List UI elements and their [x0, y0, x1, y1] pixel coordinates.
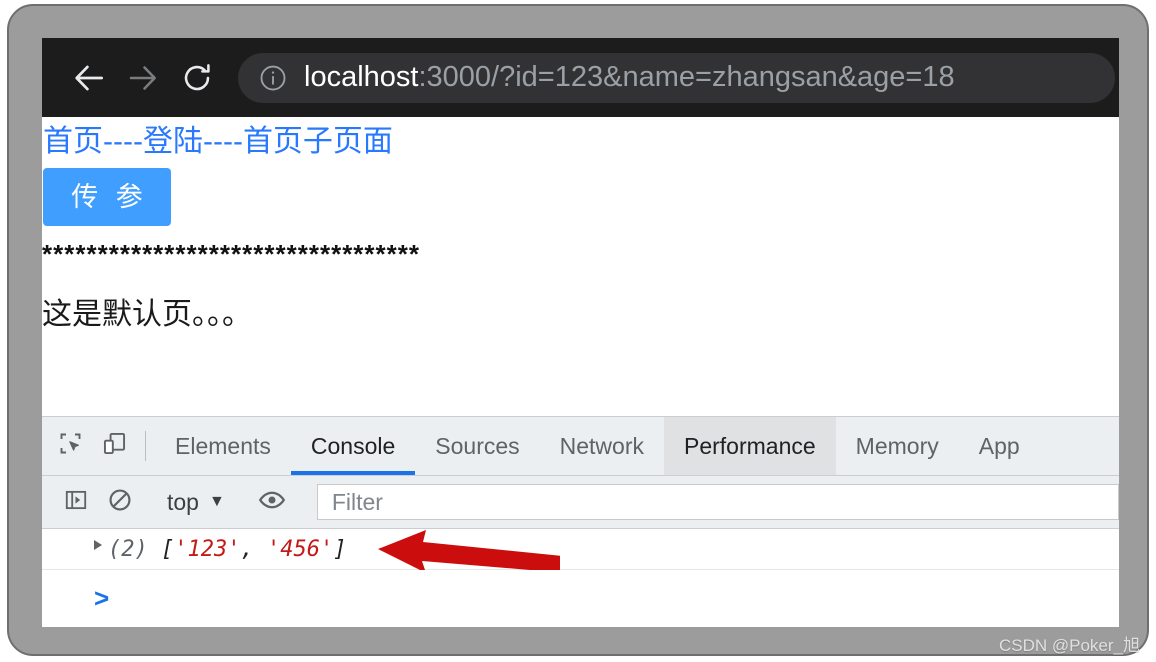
inspect-element-icon [57, 430, 84, 462]
live-expression-eye-icon [258, 486, 286, 519]
tab-sources[interactable]: Sources [415, 417, 539, 475]
url-text: localhost:3000/?id=123&name=zhangsan&age… [304, 63, 955, 92]
array-close-bracket: ] [333, 536, 347, 562]
back-button[interactable] [62, 51, 116, 105]
arrow-left-icon [70, 59, 108, 97]
reload-button[interactable] [170, 51, 224, 105]
reload-icon [179, 60, 215, 96]
filter-input[interactable]: Filter [316, 484, 1119, 520]
default-page-text: 这是默认页。。。 [42, 298, 252, 331]
array-open-bracket: [ [161, 536, 175, 562]
console-sidebar-button[interactable] [54, 487, 98, 518]
inspect-element-button[interactable] [48, 417, 92, 475]
nav-link-home-subpage[interactable]: 首页子页面 [243, 125, 393, 158]
console-message-text: (2) ['123', '456'] [108, 537, 346, 562]
url-host: localhost [304, 61, 419, 93]
devtools-tabbar: Elements Console Sources Network Perform… [42, 417, 1119, 476]
console-toolbar: top ▼ Filter [42, 476, 1119, 529]
array-item-0: '123' [174, 536, 241, 562]
array-item-1: '456' [266, 536, 334, 562]
info-circle-icon[interactable] [258, 63, 288, 93]
page-nav-links: 首页----登陆----首页子页面 [43, 124, 393, 160]
device-toolbar-icon [101, 430, 128, 462]
console-sidebar-icon [63, 487, 89, 518]
execution-context-select[interactable]: top ▼ [161, 489, 231, 516]
tab-memory[interactable]: Memory [836, 417, 959, 475]
device-toolbar-button[interactable] [92, 417, 136, 475]
tab-elements[interactable]: Elements [155, 417, 291, 475]
nav-separator-1: ---- [103, 125, 143, 158]
nav-separator-2: ---- [202, 125, 243, 158]
tab-network[interactable]: Network [540, 417, 664, 475]
browser-window: localhost:3000/?id=123&name=zhangsan&age… [42, 38, 1119, 627]
arrow-right-icon [125, 60, 161, 96]
forward-button[interactable] [116, 51, 170, 105]
expand-triangle-icon[interactable] [94, 540, 102, 550]
tab-performance[interactable]: Performance [664, 417, 836, 475]
pass-params-button[interactable]: 传 参 [43, 168, 171, 226]
nav-link-login[interactable]: 登陆 [143, 125, 203, 158]
toolbar-divider-1 [145, 431, 146, 461]
tab-console[interactable]: Console [290, 417, 416, 475]
clear-console-button[interactable] [98, 487, 142, 518]
console-prompt-chevron-icon: > [94, 582, 110, 613]
device-frame: localhost:3000/?id=123&name=zhangsan&age… [7, 4, 1149, 656]
live-expression-button[interactable] [250, 486, 294, 519]
browser-toolbar: localhost:3000/?id=123&name=zhangsan&age… [42, 38, 1119, 117]
console-message-row[interactable]: (2) ['123', '456'] [42, 529, 1119, 570]
console-output: (2) ['123', '456'] > [42, 529, 1119, 626]
execution-context-label: top [167, 488, 199, 515]
separator-asterisks: ********************************** [42, 239, 421, 269]
console-prompt-row[interactable]: > [42, 570, 1119, 625]
clear-console-icon [107, 487, 133, 518]
nav-link-home[interactable]: 首页 [43, 125, 103, 158]
tab-application[interactable]: App [959, 417, 1040, 475]
watermark: CSDN @Poker_旭 [998, 636, 1140, 655]
address-bar[interactable]: localhost:3000/?id=123&name=zhangsan&age… [238, 52, 1115, 103]
array-separator: , [240, 536, 267, 562]
array-count-label: (2) [108, 536, 148, 562]
url-path: :3000/?id=123&name=zhangsan&age=18 [418, 61, 955, 93]
devtools-panel: Elements Console Sources Network Perform… [42, 416, 1119, 627]
page-content: 首页----登陆----首页子页面 传 参 ******************… [42, 117, 1119, 416]
chevron-down-icon: ▼ [208, 493, 225, 510]
